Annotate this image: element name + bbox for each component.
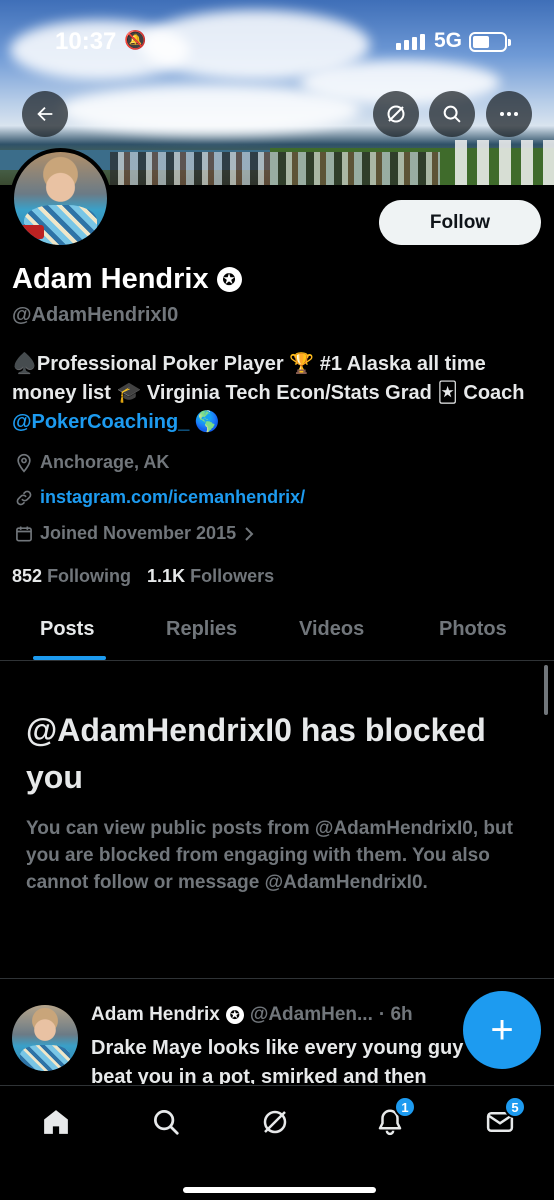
website-link[interactable]: instagram.com/icemanhendrix/ xyxy=(40,487,305,508)
followers-label: Followers xyxy=(190,566,275,586)
search-icon xyxy=(154,1110,179,1135)
more-horizontal-icon xyxy=(500,112,518,116)
chevron-right-icon xyxy=(245,526,254,541)
scrollbar[interactable] xyxy=(544,665,548,715)
blocked-title: @AdamHendrixI0 has blocked you xyxy=(26,712,486,795)
banner-crowd xyxy=(110,152,440,185)
profile-stats: 852 Following 1.1K Followers xyxy=(12,566,274,587)
profile-avatar[interactable] xyxy=(10,148,111,249)
plus-icon: + xyxy=(490,1007,514,1052)
network-type: 5G xyxy=(434,29,463,52)
bottom-navigation: 1 5 xyxy=(0,1085,554,1200)
home-indicator[interactable] xyxy=(183,1187,376,1193)
followers-count: 1.1K xyxy=(147,566,186,586)
notifications-badge: 1 xyxy=(394,1096,416,1118)
profile-name: Adam Hendrix ✪ xyxy=(12,263,242,296)
status-time: 10:37 xyxy=(55,28,117,55)
bio-mention-link[interactable]: @PokerCoaching_ xyxy=(12,411,189,433)
link-icon xyxy=(16,490,32,505)
followers-stat[interactable]: 1.1K Followers xyxy=(147,566,274,587)
blocked-description: You can view public posts from @AdamHend… xyxy=(26,818,513,893)
search-icon xyxy=(443,105,461,123)
grok-slash-icon xyxy=(263,1110,287,1134)
profile-name-text: Adam Hendrix xyxy=(12,263,209,295)
profile-tabs: Posts Replies Videos Photos xyxy=(0,600,554,661)
post-author-name[interactable]: Adam Hendrix xyxy=(91,1004,220,1026)
arrow-left-icon xyxy=(37,106,53,122)
post-header: Adam Hendrix ✪ @AdamHen... · 6h xyxy=(91,1004,413,1026)
messages-badge: 5 xyxy=(504,1096,526,1118)
profile-website[interactable]: instagram.com/icemanhendrix/ xyxy=(14,487,305,508)
bio-text-end: 🌎 xyxy=(189,411,220,433)
following-stat[interactable]: 852 Following xyxy=(12,566,131,587)
divider xyxy=(0,978,554,979)
follow-button[interactable]: Follow xyxy=(379,200,541,245)
nav-notifications-button[interactable]: 1 xyxy=(370,1096,416,1142)
avatar-chips xyxy=(20,225,44,239)
post-time: · 6h xyxy=(378,1004,413,1025)
nav-messages-button[interactable]: 5 xyxy=(480,1096,526,1142)
tab-photos[interactable]: Photos xyxy=(439,618,507,641)
profile-handle: @AdamHendrixI0 xyxy=(12,304,179,326)
post-avatar[interactable] xyxy=(12,1005,78,1071)
location-text: Anchorage, AK xyxy=(40,452,170,472)
search-button[interactable] xyxy=(429,91,475,137)
compose-button[interactable]: + xyxy=(463,991,541,1069)
status-bar: 10:37 🔕 5G xyxy=(0,0,554,80)
verified-badge-icon: ✪ xyxy=(225,1006,244,1024)
cellular-signal-icon xyxy=(396,34,425,50)
following-label: Following xyxy=(47,566,132,586)
grok-slash-icon xyxy=(387,105,405,123)
banner-chairs xyxy=(455,140,554,185)
tab-videos[interactable]: Videos xyxy=(299,618,364,641)
bio-text: ♠️Professional Poker Player 🏆 #1 Alaska … xyxy=(12,353,525,404)
post-author-handle: @AdamHen... xyxy=(249,1004,373,1025)
profile-location: Anchorage, AK xyxy=(14,452,169,473)
home-icon xyxy=(44,1110,68,1134)
following-count: 852 xyxy=(12,566,43,586)
bell-slash-icon: 🔕 xyxy=(124,30,147,50)
profile-bio: ♠️Professional Poker Player 🏆 #1 Alaska … xyxy=(12,350,532,437)
calendar-icon xyxy=(16,526,32,541)
verified-badge-icon[interactable]: ✪ xyxy=(216,267,242,292)
location-pin-icon xyxy=(17,453,31,473)
more-button[interactable] xyxy=(486,91,532,137)
nav-search-button[interactable] xyxy=(146,1102,186,1142)
joined-text: Joined November 2015 xyxy=(40,523,237,543)
active-tab-indicator xyxy=(33,656,106,660)
nav-grok-button[interactable] xyxy=(255,1102,295,1142)
profile-joined[interactable]: Joined November 2015 xyxy=(14,523,256,544)
tab-posts[interactable]: Posts xyxy=(40,618,94,641)
grok-button[interactable] xyxy=(373,91,419,137)
battery-icon xyxy=(469,32,511,52)
nav-home-button[interactable] xyxy=(36,1102,76,1142)
tab-replies[interactable]: Replies xyxy=(166,618,237,641)
back-button[interactable] xyxy=(22,91,68,137)
